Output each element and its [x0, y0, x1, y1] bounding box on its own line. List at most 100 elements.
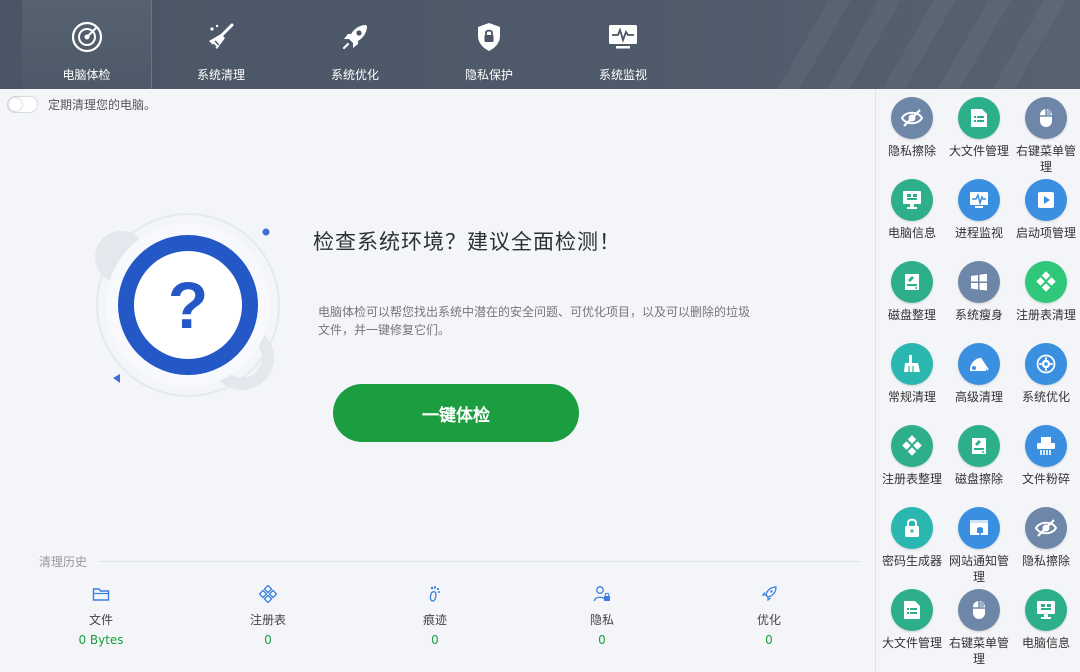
tool-file-shredder[interactable]: 文件粉碎	[1012, 425, 1080, 487]
tool-advanced-clean[interactable]: 高级清理	[945, 343, 1013, 405]
tool-label: 注册表清理	[1014, 307, 1078, 323]
tab-computer-checkup[interactable]: 电脑体检	[22, 0, 152, 89]
tool-label: 电脑信息	[880, 225, 944, 241]
tab-system-monitor[interactable]: 系统监视	[558, 0, 688, 89]
tab-system-optimize[interactable]: 系统优化	[290, 0, 420, 89]
tool-process-monitor[interactable]: 进程监视	[945, 179, 1013, 241]
tool-label: 隐私擦除	[1014, 553, 1078, 569]
schedule-row: 定期清理您的电脑。	[7, 96, 156, 113]
vacuum-icon	[958, 343, 1000, 385]
history-title: 清理历史	[39, 553, 87, 570]
tool-startup-manager[interactable]: 启动项管理	[1012, 179, 1080, 241]
tool-system-optimize[interactable]: 系统优化	[1012, 343, 1080, 405]
history-label: 注册表	[250, 611, 286, 628]
history-label: 隐私	[590, 611, 614, 628]
tool-label: 启动项管理	[1014, 225, 1078, 241]
tool-label: 常规清理	[880, 389, 944, 405]
file-list-icon	[891, 589, 933, 631]
startup-icon	[1025, 179, 1067, 221]
history-divider	[98, 561, 860, 562]
checkup-illustration: ?	[85, 200, 295, 400]
computer-icon	[1025, 589, 1067, 631]
schedule-toggle[interactable]	[7, 96, 38, 113]
history-label: 痕迹	[423, 611, 447, 628]
tab-label: 电脑体检	[62, 66, 110, 83]
tool-label: 进程监视	[947, 225, 1011, 241]
tool-context-menu-manager[interactable]: 右键菜单管理	[1012, 97, 1080, 175]
tool-registry-defrag[interactable]: 注册表整理	[878, 425, 946, 487]
registry-icon	[1025, 261, 1067, 303]
history-item-privacy: 隐私 0	[542, 585, 662, 647]
history-value: 0	[431, 633, 439, 647]
registry-icon	[891, 425, 933, 467]
tool-system-slim[interactable]: 系统瘦身	[945, 261, 1013, 323]
monitor-pulse-icon	[606, 20, 640, 54]
tool-disk-erase[interactable]: 磁盘擦除	[945, 425, 1013, 487]
gear-refresh-icon	[1025, 343, 1067, 385]
eye-off-icon	[1025, 507, 1067, 549]
tool-label: 右键菜单管理	[1014, 143, 1078, 175]
tool-computer-info-2[interactable]: 电脑信息	[1012, 589, 1080, 651]
tool-registry-clean[interactable]: 注册表清理	[1012, 261, 1080, 323]
history-value: 0	[264, 633, 272, 647]
tab-label: 系统优化	[331, 66, 379, 83]
footprint-icon	[425, 585, 445, 603]
tool-password-generator[interactable]: 密码生成器	[878, 507, 946, 569]
tool-label: 大文件管理	[947, 143, 1011, 159]
tool-label: 磁盘擦除	[947, 471, 1011, 487]
eye-off-icon	[891, 97, 933, 139]
tool-label: 网站通知管理	[947, 553, 1011, 585]
tool-label: 注册表整理	[880, 471, 944, 487]
rocket-icon	[338, 20, 372, 54]
top-nav-bar: 电脑体检 系统清理 系统优化 隐私保护 系统监视	[0, 0, 1080, 89]
history-value: 0 Bytes	[78, 633, 123, 647]
tab-privacy-protect[interactable]: 隐私保护	[424, 0, 554, 89]
process-monitor-icon	[958, 179, 1000, 221]
tool-privacy-erase-2[interactable]: 隐私擦除	[1012, 507, 1080, 569]
folder-icon	[91, 585, 111, 603]
tool-label: 隐私擦除	[880, 143, 944, 159]
tool-label: 右键菜单管理	[947, 635, 1011, 667]
tool-label: 高级清理	[947, 389, 1011, 405]
computer-icon	[891, 179, 933, 221]
tool-privacy-erase[interactable]: 隐私擦除	[878, 97, 946, 159]
history-label: 文件	[89, 611, 113, 628]
tool-label: 磁盘整理	[880, 307, 944, 323]
tool-large-file-manager-2[interactable]: 大文件管理	[878, 589, 946, 651]
tool-disk-defrag[interactable]: 磁盘整理	[878, 261, 946, 323]
tool-computer-info[interactable]: 电脑信息	[878, 179, 946, 241]
toggle-knob	[9, 98, 22, 111]
windows-icon	[958, 261, 1000, 303]
tool-site-notification-manager[interactable]: 网站通知管理	[945, 507, 1013, 585]
tab-label: 系统清理	[197, 66, 245, 83]
tool-large-file-manager[interactable]: 大文件管理	[945, 97, 1013, 159]
question-mark-icon: ?	[168, 268, 208, 342]
tool-label: 系统优化	[1014, 389, 1078, 405]
tool-label: 文件粉碎	[1014, 471, 1078, 487]
one-click-checkup-button[interactable]: 一键体检	[333, 384, 579, 442]
notification-icon	[958, 507, 1000, 549]
lock-icon	[891, 507, 933, 549]
rocket-icon	[759, 585, 779, 603]
broom-icon	[891, 343, 933, 385]
broom-icon	[204, 20, 238, 54]
disk-icon	[958, 425, 1000, 467]
tool-label: 系统瘦身	[947, 307, 1011, 323]
tab-system-clean[interactable]: 系统清理	[156, 0, 286, 89]
history-item-registry: 注册表 0	[208, 585, 328, 647]
tool-panel: 隐私擦除 大文件管理 右键菜单管理 电脑信息 进程监视 启动项管理 磁盘整理 系…	[875, 89, 1080, 672]
tool-label: 大文件管理	[880, 635, 944, 651]
tab-label: 系统监视	[599, 66, 647, 83]
history-label: 优化	[757, 611, 781, 628]
history-item-optimize: 优化 0	[709, 585, 829, 647]
tab-label: 隐私保护	[465, 66, 513, 83]
checkup-title: 检查系统环境？建议全面检测！	[313, 226, 621, 256]
file-list-icon	[958, 97, 1000, 139]
radar-icon	[70, 20, 104, 54]
tool-context-menu-manager-2[interactable]: 右键菜单管理	[945, 589, 1013, 667]
shield-lock-icon	[472, 20, 506, 54]
history-value: 0	[598, 633, 606, 647]
history-value: 0	[765, 633, 773, 647]
registry-icon	[258, 585, 278, 603]
tool-regular-clean[interactable]: 常规清理	[878, 343, 946, 405]
